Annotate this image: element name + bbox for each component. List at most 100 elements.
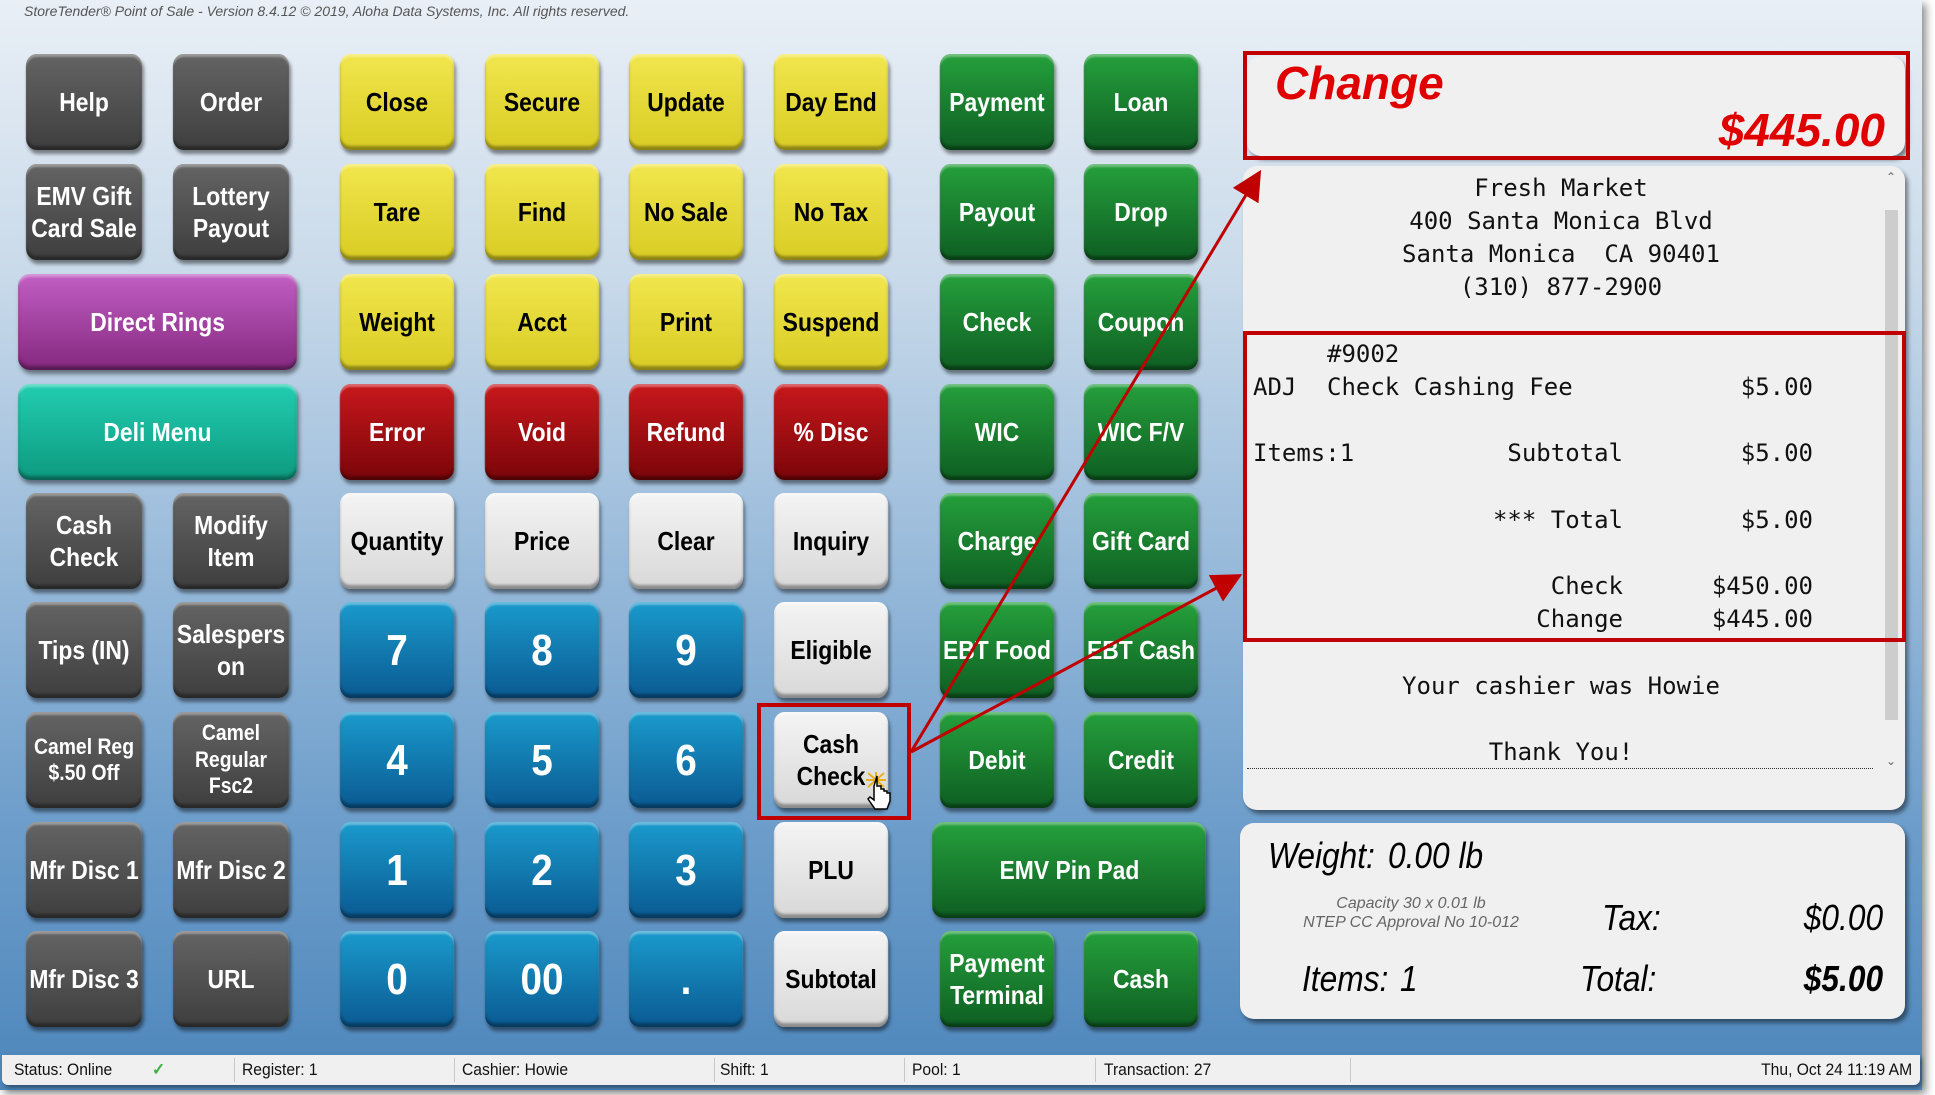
label: Update (647, 86, 725, 117)
lottery-payout-button[interactable]: Lottery Payout (172, 164, 290, 260)
coupon-button[interactable]: Coupon (1083, 274, 1199, 370)
payment-button[interactable]: Payment (939, 54, 1055, 150)
camel-regular-fsc2-button[interactable]: Camel Regular Fsc2 (172, 712, 290, 808)
debit-button[interactable]: Debit (939, 712, 1055, 808)
shift: Shift: 1 (720, 1060, 769, 1079)
ebt-cash-button[interactable]: EBT Cash (1083, 602, 1199, 698)
deli-menu-button[interactable]: Deli Menu (18, 384, 297, 480)
mfr-disc-3-button[interactable]: Mfr Disc 3 (25, 931, 143, 1027)
label: 2 (531, 845, 553, 895)
store-name: Fresh Market (1474, 174, 1648, 202)
line-item-code: ADJ (1253, 373, 1297, 401)
cash-button[interactable]: Cash (1083, 931, 1199, 1027)
label: Error (369, 416, 425, 447)
key-6[interactable]: 6 (628, 712, 744, 808)
plu-button[interactable]: PLU (773, 822, 889, 918)
key-3[interactable]: 3 (628, 822, 744, 918)
price-button[interactable]: Price (484, 493, 600, 589)
scrollbar-thumb[interactable] (1885, 210, 1898, 720)
url-button[interactable]: URL (172, 931, 290, 1027)
error-button[interactable]: Error (339, 384, 455, 480)
direct-rings-button[interactable]: Direct Rings (18, 274, 297, 370)
credit-button[interactable]: Credit (1083, 712, 1199, 808)
emv-gift-card-sale-button[interactable]: EMV Gift Card Sale (25, 164, 143, 260)
subtotal-button[interactable]: Subtotal (773, 931, 889, 1027)
no-tax-button[interactable]: No Tax (773, 164, 889, 260)
label: Camel (201, 720, 261, 746)
find-button[interactable]: Find (484, 164, 600, 260)
weight-value: 0.00 lb (1388, 835, 1484, 876)
label: Cash (803, 728, 859, 759)
no-sale-button[interactable]: No Sale (628, 164, 744, 260)
label: % Disc (793, 416, 869, 447)
suspend-button[interactable]: Suspend (773, 274, 889, 370)
tips-in-button[interactable]: Tips (IN) (25, 602, 143, 698)
check-amount: $450.00 (1711, 572, 1813, 600)
key-7[interactable]: 7 (339, 602, 455, 698)
gift-card-button[interactable]: Gift Card (1083, 493, 1199, 589)
label: $.50 Off (48, 760, 120, 785)
order-button[interactable]: Order (172, 54, 290, 150)
change-amount: $445.00 (1718, 104, 1885, 156)
items-value: 1 (1400, 958, 1418, 999)
camel-reg-50-off-button[interactable]: Camel Reg $.50 Off (25, 712, 143, 808)
mfr-disc-2-button[interactable]: Mfr Disc 2 (172, 822, 290, 918)
ebt-food-button[interactable]: EBT Food (939, 602, 1055, 698)
key-2[interactable]: 2 (484, 822, 600, 918)
key-0[interactable]: 0 (339, 931, 455, 1027)
emv-pin-pad-button[interactable]: EMV Pin Pad (932, 822, 1206, 918)
cash-check-left-button[interactable]: Cash Check (25, 493, 143, 589)
percent-disc-button[interactable]: % Disc (773, 384, 889, 480)
acct-button[interactable]: Acct (484, 274, 600, 370)
key-8[interactable]: 8 (484, 602, 600, 698)
label: 0 (386, 954, 408, 1004)
key-decimal[interactable]: . (628, 931, 744, 1027)
receipt-scrollbar[interactable]: ⌃ ⌄ (1883, 166, 1899, 768)
label: Coupon (1097, 306, 1185, 337)
check-button[interactable]: Check (939, 274, 1055, 370)
scroll-down-icon[interactable]: ⌄ (1883, 754, 1899, 768)
weight-button[interactable]: Weight (339, 274, 455, 370)
payout-button[interactable]: Payout (939, 164, 1055, 260)
key-00[interactable]: 00 (484, 931, 600, 1027)
salesperson-button[interactable]: Salespers on (172, 602, 290, 698)
drop-button[interactable]: Drop (1083, 164, 1199, 260)
label: Mfr Disc 2 (176, 854, 286, 885)
print-button[interactable]: Print (628, 274, 744, 370)
change-label-receipt: Change (1536, 605, 1623, 633)
void-button[interactable]: Void (484, 384, 600, 480)
key-9[interactable]: 9 (628, 602, 744, 698)
day-end-button[interactable]: Day End (773, 54, 889, 150)
hand-cursor-icon (866, 772, 891, 810)
label: Fsc2 (208, 773, 254, 799)
wic-fv-button[interactable]: WIC F/V (1083, 384, 1199, 480)
secure-button[interactable]: Secure (484, 54, 600, 150)
tare-button[interactable]: Tare (339, 164, 455, 260)
label: 9 (675, 625, 697, 675)
update-button[interactable]: Update (628, 54, 744, 150)
charge-button[interactable]: Charge (939, 493, 1055, 589)
order-label: Order (199, 86, 263, 117)
wic-button[interactable]: WIC (939, 384, 1055, 480)
scroll-up-icon[interactable]: ⌃ (1883, 170, 1899, 184)
loan-button[interactable]: Loan (1083, 54, 1199, 150)
status-online: Status: Online (14, 1060, 113, 1079)
payment-terminal-button[interactable]: Payment Terminal (939, 931, 1055, 1027)
close-button[interactable]: Close (339, 54, 455, 150)
modify-item-button[interactable]: Modify Item (172, 493, 290, 589)
key-4[interactable]: 4 (339, 712, 455, 808)
help-button[interactable]: Help (25, 54, 143, 150)
eligible-button[interactable]: Eligible (773, 602, 889, 698)
quantity-button[interactable]: Quantity (339, 493, 455, 589)
clear-button[interactable]: Clear (628, 493, 744, 589)
label: 1 (386, 845, 408, 895)
key-1[interactable]: 1 (339, 822, 455, 918)
key-5[interactable]: 5 (484, 712, 600, 808)
divider (234, 1058, 235, 1082)
label: Check (49, 542, 119, 572)
inquiry-button[interactable]: Inquiry (773, 493, 889, 589)
label: Find (517, 196, 567, 227)
label: Charge (957, 525, 1037, 556)
refund-button[interactable]: Refund (628, 384, 744, 480)
mfr-disc-1-button[interactable]: Mfr Disc 1 (25, 822, 143, 918)
